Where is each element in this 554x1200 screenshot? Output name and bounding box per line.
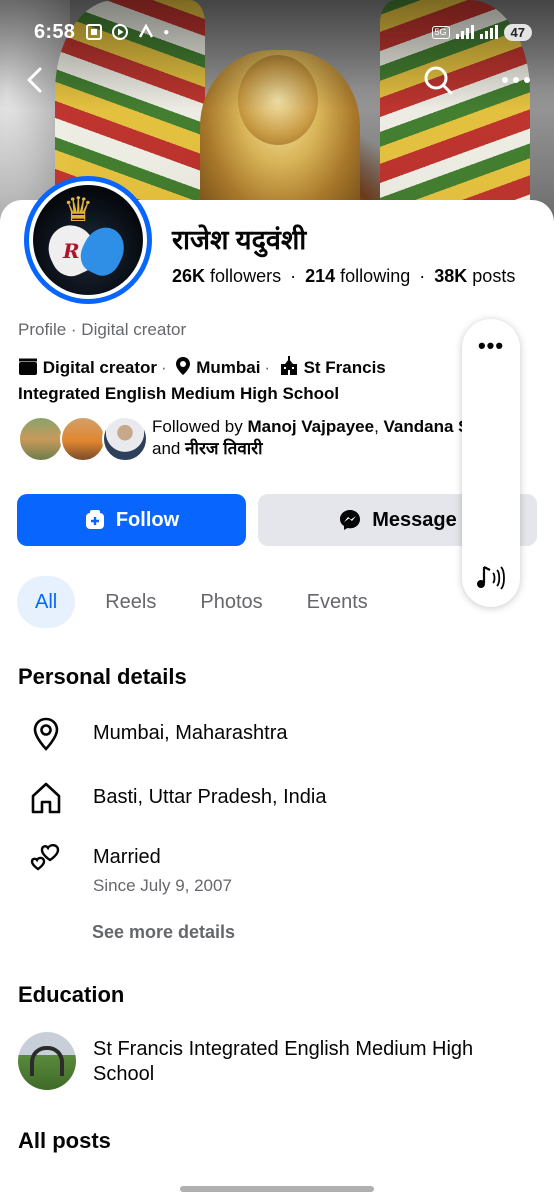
see-more-details-link[interactable]: See more details	[92, 922, 235, 943]
avatar-image: ♛ R	[33, 185, 143, 295]
signal-icon-2	[479, 25, 498, 39]
followers-count[interactable]: 26K	[172, 266, 205, 286]
home-icon	[31, 782, 61, 814]
screenshot-icon	[86, 24, 103, 40]
posts-count: 38K	[434, 266, 468, 286]
posts-label: posts	[472, 266, 516, 286]
mutual-followers[interactable]: Followed by Manoj Vajpayee, Vandana Shek…	[18, 414, 468, 464]
followed-by-text: Followed by Manoj Vajpayee, Vandana Shek…	[152, 416, 468, 460]
school-building-icon	[279, 356, 299, 382]
tab-events[interactable]: Events	[285, 576, 390, 628]
personal-details-title: Personal details	[18, 664, 187, 689]
followers-label[interactable]: followers	[210, 266, 281, 286]
back-button[interactable]	[18, 62, 54, 98]
add-friend-icon	[85, 510, 104, 529]
location-pin-icon	[175, 356, 191, 382]
crown-icon: ♛	[63, 191, 94, 229]
detail-current-city: Mumbai, Maharashtra	[28, 716, 528, 756]
messenger-icon	[340, 510, 361, 530]
search-icon	[424, 66, 453, 95]
hometown-text: Basti, Uttar Pradesh, India	[93, 786, 327, 808]
mutual-avatar-2	[60, 416, 106, 462]
more-options-button[interactable]	[498, 62, 534, 98]
follow-button[interactable]: Follow	[17, 494, 246, 546]
detail-hometown: Basti, Uttar Pradesh, India	[28, 780, 528, 820]
education-title: Education	[18, 982, 125, 1007]
tab-photos[interactable]: Photos	[178, 576, 284, 628]
play-icon	[112, 24, 129, 40]
panel-more-icon[interactable]: •••	[462, 333, 520, 359]
follower-name-2[interactable]: Vandana Shekhar	[384, 417, 468, 436]
location-pin-outline-icon	[33, 717, 59, 751]
back-arrow-icon	[27, 67, 42, 93]
intro-role: Digital creator	[42, 358, 158, 377]
education-school-text[interactable]: St Francis Integrated English Medium Hig…	[93, 1037, 533, 1087]
status-time: 6:58	[34, 20, 76, 43]
app-icon	[139, 23, 154, 38]
network-5g-icon: 5G	[431, 25, 450, 39]
profile-stats: 26K followers · 214 following · 38K post…	[172, 266, 516, 286]
follower-name-1[interactable]: Manoj Vajpayee	[247, 417, 374, 436]
hearts-icon	[30, 844, 60, 871]
profile-avatar[interactable]: ♛ R	[24, 176, 152, 304]
relationship-text: Married	[93, 846, 161, 868]
followed-by-and: and	[152, 439, 181, 458]
search-button[interactable]	[420, 62, 456, 98]
status-bar: 6:58 ● 5G 47	[34, 18, 532, 46]
following-count[interactable]: 214	[305, 266, 335, 286]
profile-category: Profile · Digital creator	[18, 320, 187, 339]
profile-tabs: All Reels Photos Events	[17, 576, 390, 628]
more-dots-icon	[502, 77, 530, 83]
status-right: 5G 47	[431, 23, 532, 41]
follower-name-3[interactable]: नीरज तिवारी	[185, 439, 262, 458]
mutual-avatar-3	[102, 416, 148, 462]
intro-details: Digital creator · Mumbai · St Francis Inte…	[18, 356, 386, 403]
all-posts-title: All posts	[18, 1128, 111, 1153]
detail-relationship: Married Since July 9, 2007	[28, 840, 528, 900]
message-button-label: Message	[372, 508, 457, 531]
mutual-avatar-1	[18, 416, 64, 462]
relationship-since-text: Since July 9, 2007	[93, 876, 232, 895]
signal-icon	[455, 25, 474, 39]
floating-side-panel[interactable]: •••	[462, 319, 520, 607]
followed-by-prefix: Followed by	[152, 417, 243, 436]
music-sound-icon	[477, 566, 505, 590]
following-label[interactable]: following	[340, 266, 410, 286]
status-notification-icons: ●	[85, 23, 169, 41]
home-indicator[interactable]	[180, 1186, 374, 1192]
school-gate-decor	[30, 1046, 64, 1076]
tab-reels[interactable]: Reels	[83, 576, 178, 628]
avatar-letter-logo: R	[63, 239, 80, 263]
battery-icon: 47	[503, 23, 532, 41]
profile-name: राजेश यदुवंशी	[172, 225, 307, 255]
current-city-text: Mumbai, Maharashtra	[93, 722, 288, 744]
intro-city: Mumbai	[196, 358, 261, 377]
school-photo[interactable]	[18, 1032, 76, 1090]
clapperboard-icon	[18, 358, 38, 382]
tab-all[interactable]: All	[17, 576, 76, 628]
follow-button-label: Follow	[115, 508, 180, 531]
cover-shade	[0, 0, 554, 110]
dot-icon: ●	[163, 26, 170, 38]
